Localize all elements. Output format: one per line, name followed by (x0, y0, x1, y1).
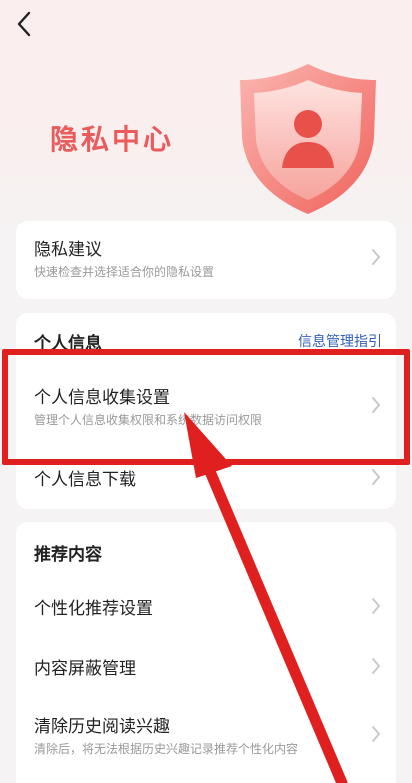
chevron-right-icon (372, 249, 380, 265)
privacy-suggestion-subtitle: 快速检查并选择适合你的隐私设置 (34, 265, 215, 279)
personal-info-download-title: 个人信息下载 (34, 470, 136, 490)
personal-info-collection-row[interactable]: 个人信息收集设置 管理个人信息收集权限和系统数据访问权限 (16, 367, 396, 445)
privacy-suggestion-row[interactable]: 隐私建议 快速检查并选择适合你的隐私设置 (16, 221, 396, 299)
content-block-row[interactable]: 内容屏蔽管理 (16, 640, 396, 698)
personalized-recommend-title: 个性化推荐设置 (34, 599, 153, 619)
clear-history-row[interactable]: 清除历史阅读兴趣 清除后，将无法根据历史兴趣记录推荐个性化内容 (16, 700, 396, 780)
personalized-recommend-row[interactable]: 个性化推荐设置 (16, 580, 396, 638)
hero-banner: 隐私中心 (0, 0, 412, 232)
personal-info-collection-subtitle: 管理个人信息收集权限和系统数据访问权限 (34, 413, 263, 427)
clear-history-subtitle: 清除后，将无法根据历史兴趣记录推荐个性化内容 (34, 742, 299, 756)
recommend-card: 推荐内容 个性化推荐设置 内容屏蔽管理 清除历史阅读兴趣 清除后，将无法根据历史… (16, 522, 396, 783)
chevron-right-icon (372, 469, 380, 485)
shield-user-icon (240, 64, 376, 214)
privacy-suggestion-title: 隐私建议 (34, 240, 102, 260)
chevron-right-icon (372, 726, 380, 742)
back-button[interactable] (8, 6, 40, 42)
chevron-right-icon (372, 397, 380, 413)
personal-info-download-row[interactable]: 个人信息下载 (16, 449, 396, 505)
recommend-section-title: 推荐内容 (34, 545, 102, 565)
personal-info-section-title: 个人信息 (34, 334, 102, 354)
chevron-right-icon (372, 598, 380, 614)
content-block-title: 内容屏蔽管理 (34, 659, 136, 679)
personal-info-collection-title: 个人信息收集设置 (34, 388, 170, 408)
clear-history-title: 清除历史阅读兴趣 (34, 717, 170, 737)
chevron-right-icon (372, 658, 380, 674)
chevron-left-icon (17, 11, 31, 37)
page-title: 隐私中心 (50, 123, 175, 156)
info-management-guide-link[interactable]: 信息管理指引 (298, 331, 382, 351)
privacy-suggestion-card: 隐私建议 快速检查并选择适合你的隐私设置 (16, 221, 396, 299)
personal-info-card: 个人信息 信息管理指引 个人信息收集设置 管理个人信息收集权限和系统数据访问权限… (16, 313, 396, 509)
